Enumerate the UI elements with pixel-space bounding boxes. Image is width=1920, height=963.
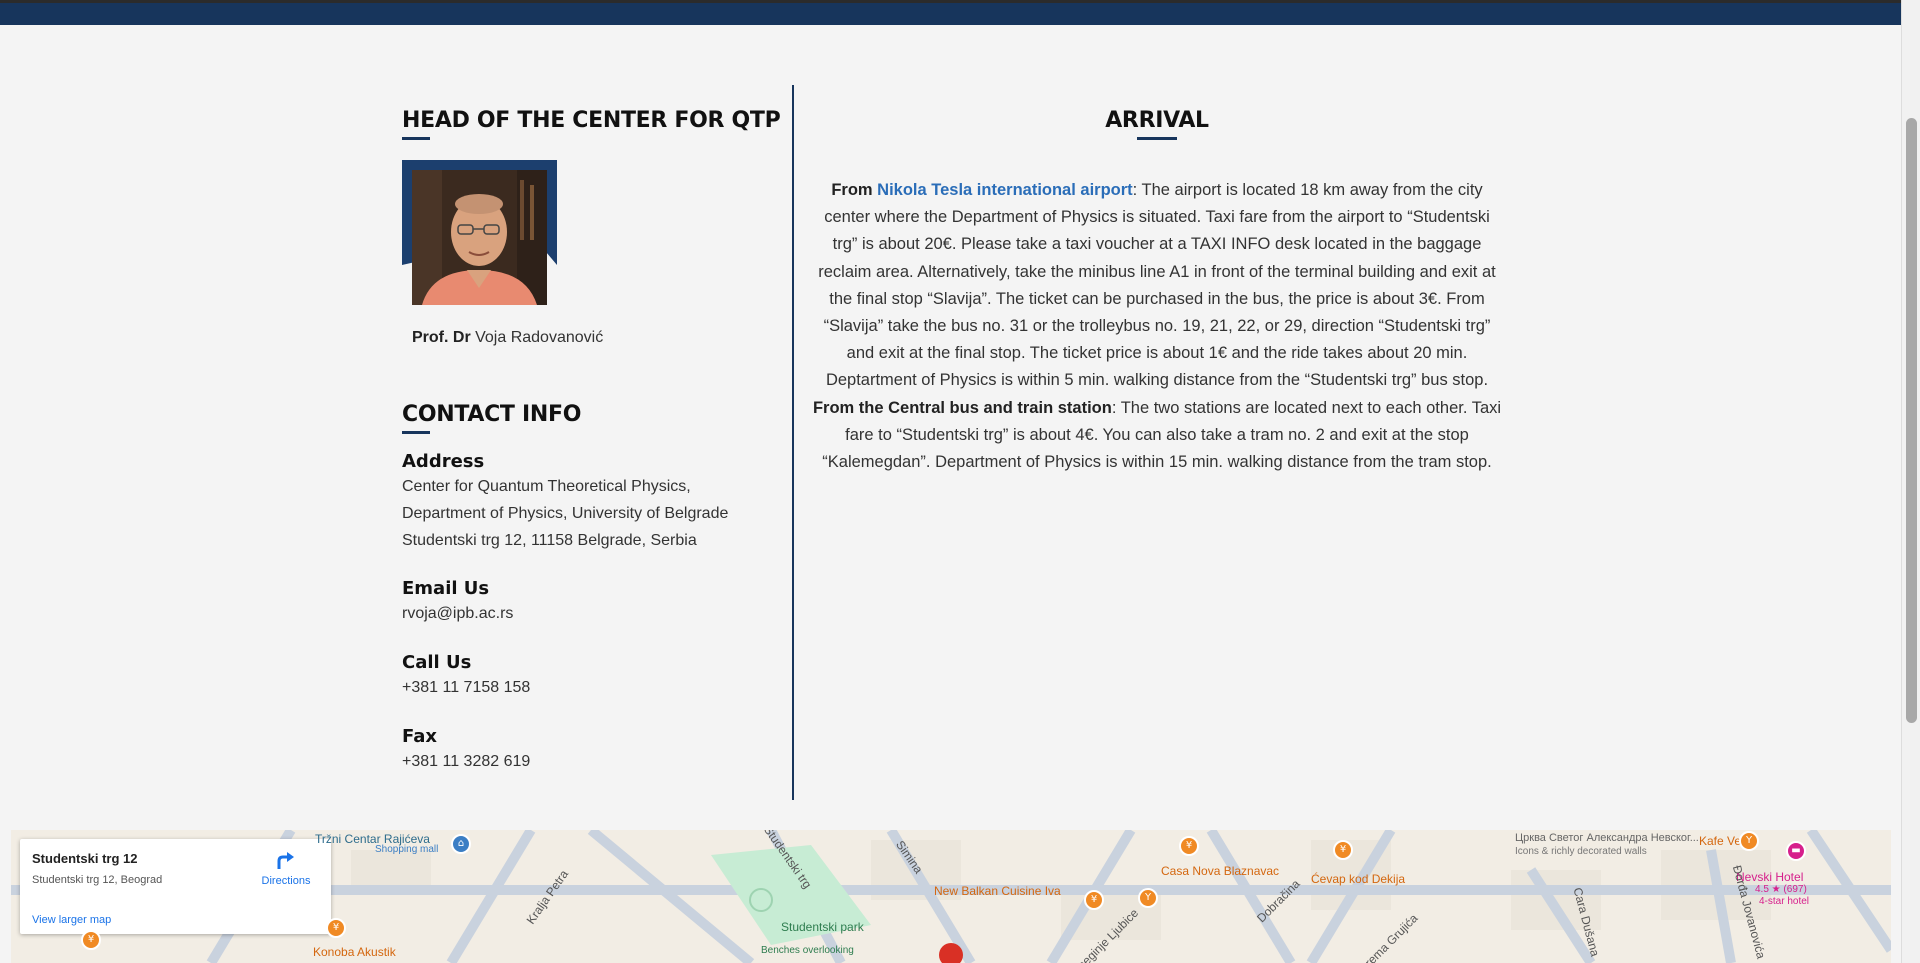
map-label-cevap[interactable]: Ćevap kod Dekija bbox=[1311, 872, 1405, 886]
embedded-map[interactable]: Studentski trg 12 Studentski trg 12, Beo… bbox=[11, 830, 1891, 963]
map-label-new-balkan[interactable]: New Balkan Cuisine Iva bbox=[934, 884, 1061, 898]
top-navigation-bar bbox=[0, 0, 1901, 25]
map-label-casa-nova[interactable]: Casa Nova Blaznavac bbox=[1161, 864, 1279, 878]
bar-pin-icon[interactable]: Y bbox=[1739, 831, 1759, 851]
title-underline bbox=[402, 137, 430, 140]
map-place-title: Studentski trg 12 bbox=[32, 851, 138, 866]
map-info-card: Studentski trg 12 Studentski trg 12, Beo… bbox=[20, 839, 331, 934]
phone-number[interactable]: +381 11 7158 158 bbox=[402, 674, 530, 701]
email-label: Email Us bbox=[402, 578, 490, 599]
map-label-konoba[interactable]: Konoba Akustik bbox=[313, 945, 396, 959]
bar-pin-icon[interactable]: Y bbox=[1138, 888, 1158, 908]
head-section-title: HEAD OF THE CENTER FOR QTP bbox=[402, 108, 781, 140]
profile-photo bbox=[402, 160, 557, 305]
view-larger-map-link[interactable]: View larger map bbox=[32, 914, 111, 926]
map-place-address: Studentski trg 12, Beograd bbox=[32, 874, 163, 886]
scrollbar-thumb[interactable] bbox=[1906, 118, 1917, 723]
map-label-nevski-rating: 4.5 ★ (697) bbox=[1755, 884, 1807, 895]
portrait-illustration bbox=[412, 170, 547, 305]
map-label-nevski-type: 4-star hotel bbox=[1759, 896, 1810, 907]
address-text: Center for Quantum Theoretical Physics, … bbox=[402, 478, 729, 549]
restaurant-pin-icon[interactable]: ¥ bbox=[1333, 840, 1353, 860]
portrait-image bbox=[412, 170, 547, 305]
airport-link[interactable]: Nikola Tesla international airport bbox=[877, 181, 1133, 199]
map-label-benches: Benches overlooking bbox=[761, 945, 854, 956]
directions-button[interactable]: Directions bbox=[251, 849, 321, 887]
title-underline bbox=[1137, 137, 1178, 140]
head-name: Prof. Dr Voja Radovanović bbox=[412, 329, 604, 346]
shopping-pin-icon[interactable]: ⌂ bbox=[451, 834, 471, 854]
restaurant-pin-icon[interactable]: ¥ bbox=[1084, 890, 1104, 910]
hotel-pin-icon[interactable]: ▬ bbox=[1786, 841, 1806, 861]
map-label-icons: Icons & richly decorated walls bbox=[1515, 846, 1647, 857]
restaurant-pin-icon[interactable]: ¥ bbox=[1179, 836, 1199, 856]
restaurant-pin-icon[interactable]: ¥ bbox=[326, 918, 346, 938]
contact-section-title: CONTACT INFO bbox=[402, 402, 581, 434]
call-label: Call Us bbox=[402, 652, 472, 673]
map-label-studentski-park[interactable]: Studentski park bbox=[781, 920, 864, 934]
left-column: HEAD OF THE CENTER FOR QTP Prof. Dr Voja… bbox=[402, 85, 792, 800]
column-divider bbox=[792, 85, 794, 800]
title-underline bbox=[402, 431, 430, 434]
restaurant-pin-icon[interactable]: ¥ bbox=[81, 930, 101, 950]
address-label: Address bbox=[402, 451, 485, 472]
arrival-paragraph: From Nikola Tesla international airport:… bbox=[812, 181, 1502, 472]
fax-number: +381 11 3282 619 bbox=[402, 753, 531, 770]
directions-icon bbox=[277, 852, 294, 869]
arrival-section-title: ARRIVAL bbox=[1105, 108, 1209, 140]
map-label-church[interactable]: Црква Светог Александра Невског... bbox=[1515, 832, 1699, 844]
arrival-title-wrap: ARRIVAL bbox=[812, 108, 1502, 140]
scrollbar[interactable] bbox=[1901, 0, 1920, 963]
map-label-shopping: Shopping mall bbox=[375, 844, 439, 855]
fax-label: Fax bbox=[402, 726, 437, 747]
email-link[interactable]: rvoja@ipb.ac.rs bbox=[402, 600, 513, 627]
